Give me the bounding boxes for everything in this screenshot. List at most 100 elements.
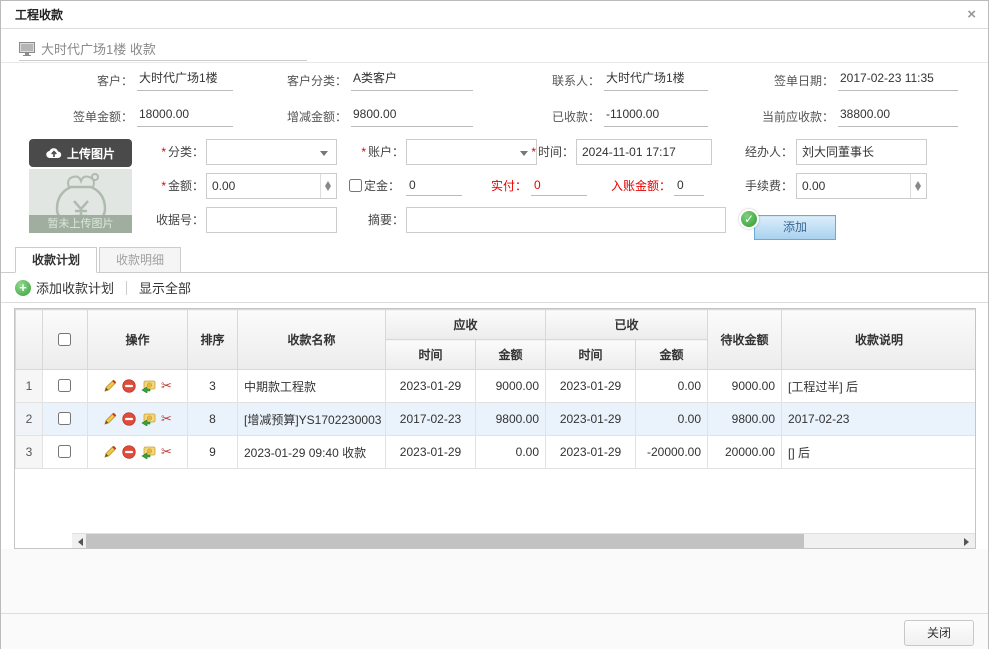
row-pending: 20000.00 [708, 436, 782, 469]
summary-info: 客户：大时代广场1楼 客户分类：A类客户 联系人：大时代广场1楼 签单日期：20… [15, 67, 965, 127]
customer-label: 客户： [15, 71, 137, 91]
col-pending: 待收金额 [708, 310, 782, 370]
fee-label: 手续费： [727, 173, 793, 199]
amount-input[interactable]: 0.00 [206, 173, 337, 199]
fee-spinner[interactable] [910, 174, 926, 198]
split-icon[interactable]: ✂ [161, 379, 172, 394]
add-plan-button[interactable]: + 添加收款计划 [15, 278, 114, 297]
receipt-input[interactable] [206, 207, 337, 233]
show-all-button[interactable]: 显示全部 [139, 278, 191, 297]
deposit-checkbox[interactable] [349, 179, 362, 192]
table-row[interactable]: 3 ✂ 9 2023-01-29 09:40 收款 2023-01-29 0.0… [16, 436, 977, 469]
category-select[interactable] [206, 139, 337, 165]
pay-icon[interactable] [141, 412, 156, 426]
receivable-label: 当前应收款： [708, 107, 838, 127]
amount-spinner[interactable] [320, 174, 336, 198]
payment-plan-table: 操作 排序 收款名称 应收 已收 待收金额 收款说明 时间 金额 时间 金额 1 [15, 309, 976, 469]
col-name: 收款名称 [238, 310, 386, 370]
split-icon[interactable]: ✂ [161, 412, 172, 427]
paid-value: 0 [531, 174, 587, 196]
upload-image-label: 上传图片 [67, 145, 115, 162]
row-checkbox[interactable] [58, 379, 71, 392]
horizontal-scrollbar[interactable] [72, 533, 975, 548]
row-checkbox[interactable] [58, 412, 71, 425]
row-order: 8 [188, 403, 238, 436]
scroll-right-button[interactable] [961, 534, 975, 548]
col-note: 收款说明 [782, 310, 976, 370]
add-button[interactable]: 添加 [754, 215, 836, 240]
time-input[interactable]: 2024-11-01 17:17 [576, 139, 712, 165]
credit-label: 入账金额： [601, 173, 671, 199]
tab-payment-plan[interactable]: 收款计划 [15, 247, 97, 273]
row-pending: 9000.00 [708, 370, 782, 403]
table-row[interactable]: 2 ✂ 8 [增减预算]YS1702230003 2017-02-23 9800… [16, 403, 977, 436]
row-name: [增减预算]YS1702230003 [238, 403, 386, 436]
category-label: *分类： [139, 139, 204, 165]
amount-label: *金额： [139, 173, 204, 199]
dialog-bottom: 关闭 [1, 549, 988, 649]
table-row[interactable]: 1 ✂ 3 中期款工程款 2023-01-29 9000.00 2023-01-… [16, 370, 977, 403]
row-number: 2 [16, 403, 43, 436]
grid-toolbar: + 添加收款计划 显示全部 [1, 273, 988, 303]
scrollbar-thumb[interactable] [86, 534, 804, 548]
summary-input[interactable] [406, 207, 726, 233]
col-got-amount: 金额 [636, 340, 708, 370]
operator-input[interactable]: 刘大同董事长 [796, 139, 927, 165]
edit-icon[interactable] [103, 379, 117, 393]
row-recv-time: 2017-02-23 [386, 403, 476, 436]
delete-icon[interactable] [122, 445, 136, 459]
customer-value: 大时代广场1楼 [137, 68, 233, 91]
receipt-label: 收据号： [139, 207, 204, 233]
sign-amount-value: 18000.00 [137, 104, 233, 127]
col-group-received: 已收 [546, 310, 708, 340]
row-order: 9 [188, 436, 238, 469]
dialog-titlebar: 工程收款 × [1, 1, 988, 29]
required-mark: * [161, 145, 166, 159]
account-label: *账户： [341, 139, 404, 165]
col-operations: 操作 [88, 310, 188, 370]
received-label: 已收款： [473, 107, 604, 127]
deposit-value[interactable]: 0 [406, 174, 462, 196]
fee-input[interactable]: 0.00 [796, 173, 927, 199]
close-icon[interactable]: × [967, 1, 976, 29]
split-icon[interactable]: ✂ [161, 445, 172, 460]
monitor-icon [19, 42, 35, 56]
green-plus-icon: + [15, 280, 31, 296]
row-recv-time: 2023-01-29 [386, 436, 476, 469]
pay-icon[interactable] [141, 379, 156, 393]
project-subheader: 大时代广场1楼 收款 [19, 37, 307, 61]
row-got-time: 2023-01-29 [546, 436, 636, 469]
time-label: *时间： [511, 139, 574, 165]
edit-icon[interactable] [103, 412, 117, 426]
payment-dialog: 工程收款 × 大时代广场1楼 收款 客户：大时代广场1楼 客户分类：A类客户 联… [0, 0, 989, 649]
dialog-title: 工程收款 [15, 8, 63, 22]
delete-icon[interactable] [122, 379, 136, 393]
pay-icon[interactable] [141, 445, 156, 459]
row-note: [工程过半] 后 [782, 370, 976, 403]
row-number: 1 [16, 370, 43, 403]
payment-plan-grid: 操作 排序 收款名称 应收 已收 待收金额 收款说明 时间 金额 时间 金额 1 [14, 308, 976, 549]
tab-bar: 收款计划收款明细 [1, 247, 988, 273]
operator-label: 经办人： [727, 139, 793, 165]
row-recv-amount: 9800.00 [476, 403, 546, 436]
tab-payment-detail[interactable]: 收款明细 [99, 247, 181, 273]
col-select-all [43, 310, 88, 370]
dialog-footer: 关闭 [1, 613, 988, 649]
col-group-receivable: 应收 [386, 310, 546, 340]
project-title: 大时代广场1楼 收款 [41, 39, 156, 58]
row-recv-time: 2023-01-29 [386, 370, 476, 403]
edit-icon[interactable] [103, 445, 117, 459]
row-note: [] 后 [782, 436, 976, 469]
scroll-left-button[interactable] [72, 534, 86, 548]
adjust-amount-label: 增减金额： [233, 107, 351, 127]
image-placeholder: 暂未上传图片 [29, 169, 132, 233]
close-button[interactable]: 关闭 [904, 620, 974, 646]
credit-value: 0 [674, 174, 704, 196]
row-checkbox[interactable] [58, 445, 71, 458]
col-recv-time: 时间 [386, 340, 476, 370]
delete-icon[interactable] [122, 412, 136, 426]
customer-type-label: 客户分类： [233, 71, 351, 91]
select-all-checkbox[interactable] [58, 333, 71, 346]
upload-image-button[interactable]: 上传图片 [29, 139, 132, 167]
contact-value: 大时代广场1楼 [604, 68, 708, 91]
